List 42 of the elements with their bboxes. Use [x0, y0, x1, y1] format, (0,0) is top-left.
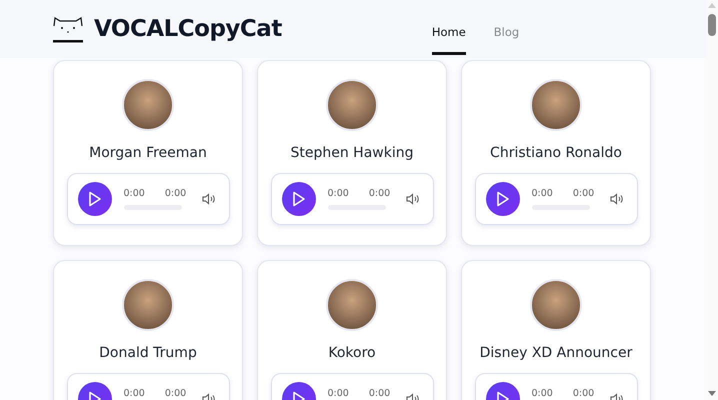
duration: 0:00 [164, 388, 186, 399]
voice-name: Morgan Freeman [89, 145, 207, 161]
play-icon [292, 191, 306, 207]
avatar-placeholder [122, 79, 174, 131]
speaker-icon [202, 193, 216, 205]
brand-name: VOCALCopyCat [94, 16, 282, 42]
duration: 0:00 [368, 388, 390, 399]
speaker-icon [610, 193, 624, 205]
play-button[interactable] [486, 182, 520, 216]
voice-name: Disney XD Announcer [480, 345, 632, 361]
scrollbar-up-arrow-icon[interactable] [708, 2, 716, 8]
current-time: 0:00 [532, 188, 553, 199]
current-time: 0:00 [328, 388, 349, 399]
voice-name: Donald Trump [99, 345, 197, 361]
play-button[interactable] [282, 182, 316, 216]
current-time: 0:00 [532, 388, 553, 399]
current-time: 0:00 [328, 188, 349, 199]
voice-name: Stephen Hawking [290, 145, 414, 161]
current-time: 0:00 [124, 388, 145, 399]
scrollbar-down-arrow-icon[interactable] [708, 391, 716, 397]
play-icon [496, 191, 510, 207]
duration: 0:00 [164, 188, 186, 199]
duration: 0:00 [368, 188, 390, 199]
avatar-placeholder [530, 279, 582, 331]
avatar-placeholder [122, 279, 174, 331]
voice-name: Christiano Ronaldo [490, 145, 622, 161]
nav-link[interactable]: Home [432, 9, 466, 55]
speaker-icon [406, 193, 420, 205]
volume-button[interactable] [202, 193, 216, 205]
voice-name: Kokoro [328, 345, 376, 361]
cat-logo-icon [52, 15, 84, 43]
avatar-placeholder [326, 279, 378, 331]
volume-button[interactable] [610, 193, 624, 205]
duration: 0:00 [572, 188, 594, 199]
scrollbar-thumb[interactable] [708, 14, 716, 36]
volume-button[interactable] [406, 193, 420, 205]
current-time: 0:00 [124, 188, 145, 199]
play-button[interactable] [78, 182, 112, 216]
avatar-placeholder [530, 79, 582, 131]
duration: 0:00 [572, 388, 594, 399]
avatar-placeholder [326, 79, 378, 131]
play-icon [88, 191, 102, 207]
